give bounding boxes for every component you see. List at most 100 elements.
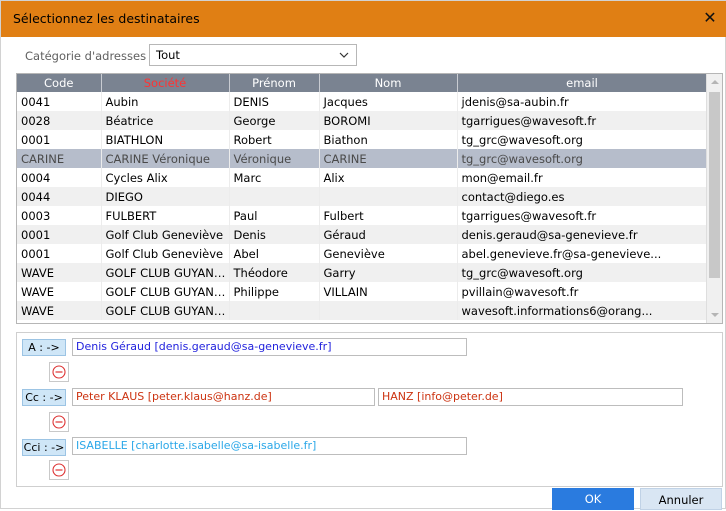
cell-prenom: DENIS [229,92,320,111]
cell-code: WAVE [17,263,102,282]
cell-nom: BOROMI [319,111,458,130]
cell-prenom [229,301,320,320]
table-row[interactable]: 0004 Cycles Alix Marc Alix mon@email.fr [17,168,708,187]
cell-prenom: Paul [229,206,320,225]
cell-societe: FULBERT [101,206,230,225]
cc-field-1[interactable]: Peter KLAUS [peter.klaus@hanz.de] [72,388,375,406]
category-select[interactable]: Tout [149,44,357,66]
window-title: Sélectionnez les destinataires [13,11,200,26]
bcc-button[interactable]: Cci : -> [22,439,66,456]
table-row[interactable]: CARINE CARINE Véronique Véronique CARINE tg_… [17,149,708,168]
cell-email: wavesoft.informations6@orang... [457,301,708,320]
remove-to-button[interactable] [49,362,69,382]
cell-email: tgarrigues@wavesoft.fr [457,111,708,130]
table-row[interactable]: 0028 Béatrice George BOROMI tgarrigues@waves… [17,111,708,130]
cell-societe: GOLF CLUB GUYANC... [101,282,230,301]
cell-societe: Golf Club Geneviève [101,225,230,244]
cell-code: 0041 [17,92,102,111]
table-row[interactable]: 0003 FULBERT Paul Fulbert tgarrigues@wavesof… [17,206,708,225]
cell-email: tgarrigues@wavesoft.fr [457,206,708,225]
cell-prenom: Abel [229,244,320,263]
bcc-field[interactable]: ISABELLE [charlotte.isabelle@sa-isabelle… [72,437,467,455]
cc-button[interactable]: Cc : -> [22,389,66,406]
remove-bcc-button[interactable] [49,460,69,480]
cell-societe: Béatrice [101,111,230,130]
table-row[interactable]: WAVE GOLF CLUB GUYANC... Théodore Garry tg_g… [17,263,708,282]
table-body: 0041 Aubin DENIS Jacques jdenis@sa-aubin.fr 0… [17,92,708,320]
cell-email: denis.geraud@sa-genevieve.fr [457,225,708,244]
cell-email: pvillain@wavesoft.fr [457,282,708,301]
table-row[interactable]: WAVE GOLF CLUB GUYANC... Philippe VILLAIN pv… [17,282,708,301]
cell-email: jdenis@sa-aubin.fr [457,92,708,111]
cell-nom: Géraud [319,225,458,244]
cell-societe: Cycles Alix [101,168,230,187]
category-label: Catégorie d'adresses [25,49,147,63]
cell-prenom: George [229,111,320,130]
table-row[interactable]: 0044 DIEGO contact@diego.es [17,187,708,206]
table-header-row: Code Société Prénom Nom email [17,74,708,92]
cell-nom [319,187,458,206]
ok-button[interactable]: OK [552,488,634,510]
remove-circle-icon [52,463,66,477]
column-header-nom[interactable]: Nom [319,74,458,92]
cell-email: tg_grc@wavesoft.org [457,263,708,282]
scrollbar-thumb[interactable] [709,92,720,278]
cell-prenom: Robert [229,130,320,149]
cell-code: CARINE [17,149,102,168]
cell-nom: CARINE [319,149,458,168]
remove-cc-button[interactable] [49,412,69,432]
to-field[interactable]: Denis Géraud [denis.geraud@sa-genevieve.… [72,338,467,356]
column-header-code[interactable]: Code [17,74,102,92]
cell-societe: BIATHLON [101,130,230,149]
cell-nom: Alix [319,168,458,187]
cell-code: 0001 [17,130,102,149]
cell-nom: Biathon [319,130,458,149]
cell-nom [319,301,458,320]
scroll-down-icon[interactable] [707,307,723,323]
table-row[interactable]: 0001 Golf Club Geneviève Denis Géraud denis.… [17,225,708,244]
cell-code: 0003 [17,206,102,225]
table-row[interactable]: 0041 Aubin DENIS Jacques jdenis@sa-aubin.fr [17,92,708,111]
cell-societe: DIEGO [101,187,230,206]
cell-prenom [229,187,320,206]
cell-societe: Aubin [101,92,230,111]
vertical-scrollbar[interactable] [706,74,722,323]
cell-email: abel.genevieve.fr@sa-genevieve... [457,244,708,263]
cell-prenom: Théodore [229,263,320,282]
cell-societe: GOLF CLUB GUYANC... [101,263,230,282]
cell-prenom: Denis [229,225,320,244]
column-header-societe[interactable]: Société [101,74,230,92]
cancel-button[interactable]: Annuler [640,488,722,510]
cell-nom: Jacques [319,92,458,111]
cell-code: 0001 [17,244,102,263]
cell-nom: VILLAIN [319,282,458,301]
cell-societe: CARINE Véronique [101,149,230,168]
cell-societe: Golf Club Geneviève [101,244,230,263]
category-value: Tout [156,48,180,62]
address-table: Code Société Prénom Nom email 0041 Aubin D… [17,74,708,320]
remove-circle-icon [52,365,66,379]
cell-code: WAVE [17,301,102,320]
cell-email: tg_grc@wavesoft.org [457,130,708,149]
remove-circle-icon [52,415,66,429]
cell-code: 0028 [17,111,102,130]
cc-field-2[interactable]: HANZ [info@peter.de] [378,388,683,406]
recipients-grid[interactable]: Code Société Prénom Nom email 0041 Aubin D… [16,73,723,324]
cell-nom: Fulbert [319,206,458,225]
column-header-email[interactable]: email [457,74,708,92]
chevron-down-icon [339,52,349,58]
scroll-up-icon[interactable] [707,74,723,90]
close-icon[interactable]: ✕ [699,7,721,29]
dialog-window: Sélectionnez les destinataires ✕ Catégor… [0,0,726,510]
table-row[interactable]: 0001 Golf Club Geneviève Abel Geneviève abel… [17,244,708,263]
cell-email: tg_grc@wavesoft.org [457,149,708,168]
cell-nom: Geneviève [319,244,458,263]
to-button[interactable]: A : -> [22,339,66,356]
table-row[interactable]: 0001 BIATHLON Robert Biathon tg_grc@wavesoft… [17,130,708,149]
column-header-prenom[interactable]: Prénom [229,74,320,92]
cell-email: contact@diego.es [457,187,708,206]
cell-nom: Garry [319,263,458,282]
table-row[interactable]: WAVE GOLF CLUB GUYANC... wavesoft.informat… [17,301,708,320]
cell-societe: GOLF CLUB GUYANC... [101,301,230,320]
cell-email: mon@email.fr [457,168,708,187]
